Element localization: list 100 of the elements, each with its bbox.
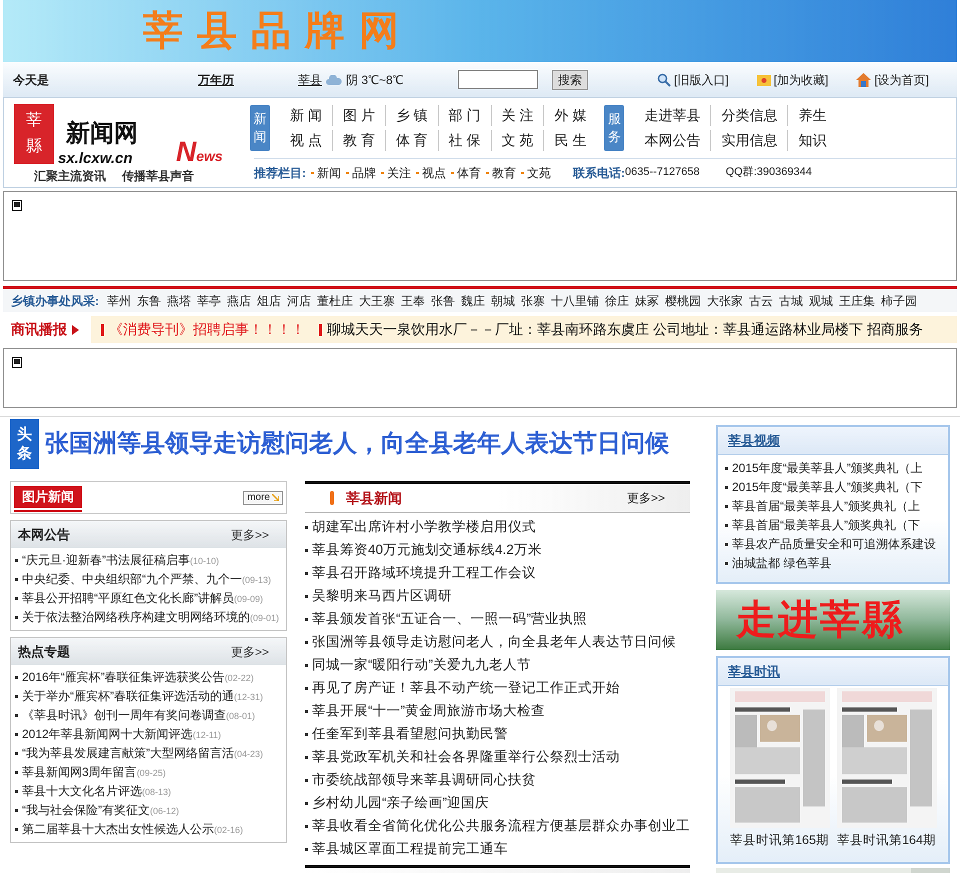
recommended-link[interactable]: 教育 [486, 164, 516, 182]
photo-news-tab[interactable]: 图片新闻 [14, 486, 82, 510]
news-link[interactable]: 任奎军到莘县看望慰问执勤民警 [305, 724, 508, 745]
video-link[interactable]: 莘县首届“最美莘县人”颁奖典礼（上 [725, 496, 920, 514]
nav-link[interactable]: 分类信息 [711, 105, 788, 126]
town-link[interactable]: 燕店 [227, 292, 251, 310]
news-link[interactable]: 市委统战部领导来莘县调研同心扶贫 [305, 770, 536, 791]
town-link[interactable]: 十八里铺 [551, 292, 599, 310]
news-link[interactable]: 2012年莘县新闻网十大新闻评选 [15, 725, 193, 743]
video-link[interactable]: 2015年度“最美莘县人”颁奖典礼（上 [725, 458, 923, 476]
news-link[interactable]: 同城一家“暖阳行动”关爱九九老人节 [305, 655, 531, 676]
town-link[interactable]: 大王寨 [359, 292, 395, 310]
news-link[interactable]: 莘县城区罩面工程提前完工通车 [305, 839, 508, 860]
news-link[interactable]: 莘县收看全省简化优化公共服务流程方便基层群众办事创业工 [305, 816, 690, 837]
recommended-link[interactable]: 关注 [381, 164, 411, 182]
issue-caption[interactable]: 莘县时讯第165期 [730, 831, 829, 850]
video-link[interactable]: 莘县农产品质量安全和可追溯体系建设 [725, 534, 936, 552]
nav-link[interactable]: 视 点 [280, 130, 333, 151]
news-link[interactable]: 莘县筹资40万元施划交通标线4.2万米 [305, 540, 542, 561]
news-link[interactable]: 关于依法整治网络秩序构建文明网络环境的 [15, 608, 250, 626]
town-link[interactable]: 古云 [749, 292, 773, 310]
more-link[interactable]: 更多>> [626, 489, 665, 507]
town-link[interactable]: 俎店 [257, 292, 281, 310]
nav-link[interactable]: 部 门 [438, 105, 492, 126]
nav-link[interactable]: 体 育 [386, 130, 439, 151]
nav-link[interactable]: 民 生 [544, 130, 596, 151]
town-link[interactable]: 东鲁 [137, 292, 161, 310]
news-link[interactable]: 莘县公开招聘“平原红色文化长廊”讲解员 [15, 589, 234, 607]
news-link[interactable]: 莘县党政军机关和社会各界隆重举行公祭烈士活动 [305, 747, 620, 768]
news-link[interactable]: “我与社会保险”有奖征文 [15, 801, 150, 819]
news-link[interactable]: 胡建军出席许村小学教学楼启用仪式 [305, 517, 536, 538]
nav-link[interactable]: 乡 镇 [386, 105, 439, 126]
nav-link[interactable]: 实用信息 [711, 130, 788, 151]
town-link[interactable]: 樱桃园 [665, 292, 701, 310]
nav-link[interactable]: 走进莘县 [634, 105, 712, 126]
more-link[interactable]: 更多>> [230, 642, 269, 660]
search-button[interactable]: 搜索 [552, 70, 588, 90]
recommended-link[interactable]: 文苑 [521, 164, 551, 182]
nav-link[interactable]: 新 闻 [280, 105, 333, 126]
news-link[interactable]: “我为莘县发展建言献策”大型网络留言活 [15, 744, 234, 762]
nav-link[interactable]: 社 保 [438, 130, 492, 151]
nav-link[interactable]: 知识 [788, 130, 836, 151]
section-title[interactable]: 莘县时讯 [728, 662, 780, 682]
section-title[interactable]: 莘县视频 [728, 430, 780, 450]
news-link[interactable]: 2016年“雁宾杯”春联征集评选获奖公告 [15, 668, 225, 686]
headline-link[interactable]: 张国洲等县领导走访慰问老人，向全县老年人表达节日问候 [45, 426, 669, 462]
ticker-item[interactable]: 《消费导刊》招聘启事！！！！ [109, 319, 305, 340]
news-link[interactable]: 关于举办“雁宾杯”春联征集评选活动的通 [15, 687, 234, 705]
video-link[interactable]: 2015年度“最美莘县人”颁奖典礼（下 [725, 478, 923, 496]
header-link[interactable]: [设为首页] [856, 70, 929, 88]
search-field[interactable] [458, 70, 538, 89]
news-link[interactable]: 中央纪委、中央组织部“九个严禁、九个一 [15, 570, 242, 588]
town-link[interactable]: 朝城 [491, 292, 515, 310]
town-link[interactable]: 王庄集 [839, 292, 875, 310]
town-link[interactable]: 张鲁 [431, 292, 455, 310]
nav-link[interactable]: 外 媒 [544, 105, 596, 126]
recommended-link[interactable]: 品牌 [346, 164, 376, 182]
issue-caption[interactable]: 莘县时讯第164期 [837, 831, 936, 850]
news-link[interactable]: 张国洲等县领导走访慰问老人，向全县老年人表达节日问候 [305, 632, 676, 653]
town-link[interactable]: 莘亭 [197, 292, 221, 310]
nav-link[interactable]: 本网公告 [634, 130, 712, 151]
ticker-item[interactable]: 聊城天天一泉饮用水厂－－厂址：莘县南环路东虞庄 公司地址：莘县通运路林业局楼下 招商服务 [327, 319, 923, 340]
news-link[interactable]: 莘县召开路域环境提升工程工作会议 [305, 563, 536, 584]
news-link[interactable]: 吴黎明来马西片区调研 [305, 586, 452, 607]
video-link[interactable]: 油城盐都 绿色莘县 [725, 554, 832, 572]
town-link[interactable]: 莘州 [107, 292, 131, 310]
town-link[interactable]: 徐庄 [605, 292, 629, 310]
news-link[interactable]: “庆元旦·迎新春”书法展征稿启事 [15, 551, 190, 569]
town-link[interactable]: 燕塔 [167, 292, 191, 310]
town-link[interactable]: 王奉 [401, 292, 425, 310]
city-link[interactable]: 莘县 [298, 70, 322, 88]
town-link[interactable]: 河店 [287, 292, 311, 310]
town-link[interactable]: 观城 [809, 292, 833, 310]
nav-link[interactable]: 养生 [788, 105, 836, 126]
news-link[interactable]: 再见了房产证！莘县不动产统一登记工作正式开始 [305, 678, 620, 699]
more-button[interactable]: more [243, 490, 283, 504]
town-link[interactable]: 妹冢 [635, 292, 659, 310]
town-link[interactable]: 魏庄 [461, 292, 485, 310]
header-link[interactable]: [旧版入口] [656, 70, 729, 88]
nav-link[interactable]: 教 育 [332, 130, 386, 151]
news-link[interactable]: 莘县十大文化名片评选 [15, 782, 142, 800]
nav-link[interactable]: 图 片 [332, 105, 386, 126]
header-link[interactable]: [加为收藏] [756, 70, 828, 88]
news-link[interactable]: 《莘县时讯》创刊一周年有奖问卷调查 [15, 706, 226, 724]
recommended-link[interactable]: 体育 [451, 164, 481, 182]
nav-link[interactable]: 文 苑 [492, 130, 544, 151]
news-link[interactable]: 莘县新闻网3周年留言 [15, 763, 137, 781]
town-link[interactable]: 张寨 [521, 292, 545, 310]
news-link[interactable]: 莘县开展“十一”黄金周旅游市场大检查 [305, 701, 545, 722]
more-link[interactable]: 更多>> [230, 526, 269, 544]
recommended-link[interactable]: 视点 [416, 164, 446, 182]
video-link[interactable]: 莘县首届“最美莘县人”颁奖典礼（下 [725, 516, 920, 534]
calendar-link[interactable]: 万年历 [198, 70, 298, 88]
town-link[interactable]: 柿子园 [881, 292, 917, 310]
town-link[interactable]: 古城 [779, 292, 803, 310]
town-link[interactable]: 大张家 [707, 292, 743, 310]
town-link[interactable]: 董杜庄 [317, 292, 353, 310]
nav-link[interactable]: 关 注 [492, 105, 544, 126]
recommended-link[interactable]: 新闻 [311, 164, 341, 182]
news-link[interactable]: 莘县颁发首张“五证合一、一照一码”营业执照 [305, 609, 587, 630]
